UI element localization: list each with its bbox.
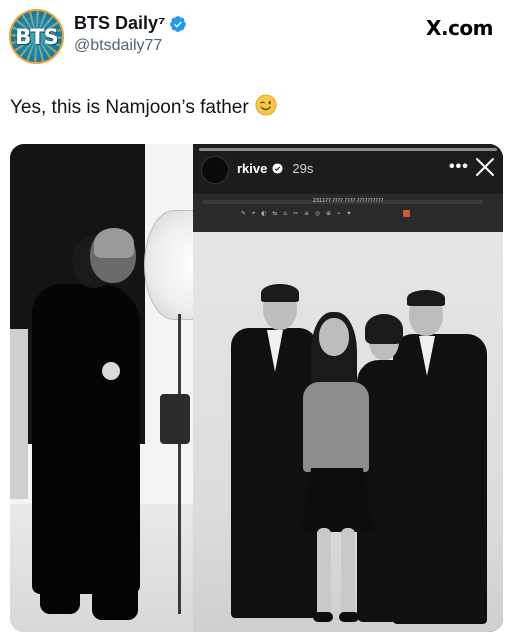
- close-icon[interactable]: [475, 157, 495, 177]
- story-progress-bar: [199, 148, 497, 151]
- hugging-figures-body: [32, 284, 140, 594]
- person-4-hair: [407, 290, 445, 306]
- person-3-hair: [365, 314, 403, 344]
- studio-umbrella-light: [144, 210, 193, 320]
- figure-hand: [102, 362, 120, 380]
- figure-legs-left: [40, 574, 80, 614]
- person-2-leg-left: [317, 528, 331, 616]
- person-2-shoe-right: [339, 612, 359, 622]
- display-name[interactable]: BTS Daily⁷: [74, 13, 165, 34]
- studio-equipment: [160, 394, 190, 444]
- avatar-logo-text: BTS: [15, 25, 58, 49]
- monitor-toolbar-icons: ✎ ⌖ ◐ ⇆ ⌂ ✂ ≡ ◎ ⊕ ⌁ ✦: [241, 210, 354, 217]
- story-verified-icon: [272, 163, 283, 174]
- tweet-text: Yes, this is Namjoon’s father: [10, 94, 277, 119]
- monitor-title: 2311?? ???? ???? ??????????: [312, 198, 384, 204]
- photo-left-studio[interactable]: [10, 144, 193, 632]
- story-time: 29s: [292, 161, 314, 176]
- person-2-shoe-left: [313, 612, 333, 622]
- person-2-leg-right: [341, 528, 355, 616]
- person-2-head: [319, 318, 349, 356]
- verified-badge-icon: [170, 15, 187, 32]
- person-2-cardigan: [303, 382, 369, 472]
- x-brand-label: X.com: [426, 16, 493, 40]
- user-handle[interactable]: @btsdaily77: [74, 37, 162, 55]
- family-photo: [193, 232, 503, 632]
- tweet-header: BTS BTS Daily⁷ @btsdaily77 X.com: [0, 0, 513, 70]
- story-username[interactable]: rkive: [237, 161, 267, 176]
- tweet-text-body: Yes, this is Namjoon’s father: [10, 97, 249, 118]
- story-avatar[interactable]: [201, 156, 229, 184]
- monitor-accent-icon: [403, 210, 410, 217]
- tweet-media[interactable]: rkive 29s ••• 2311?? ???? ???? ?????????…: [10, 144, 503, 632]
- figure-legs-right: [92, 574, 138, 620]
- figure-light-hair: [94, 228, 134, 258]
- story-user-row: rkive 29s: [237, 161, 313, 176]
- person-1-suit: [231, 328, 317, 618]
- person-2-skirt: [301, 468, 373, 532]
- winking-face-emoji-icon: [255, 94, 277, 116]
- studio-panel: [10, 329, 28, 499]
- person-1-hair: [261, 284, 299, 302]
- monitor-toolbar: 2311?? ???? ???? ?????????? ✎ ⌖ ◐ ⇆ ⌂ ✂ …: [193, 194, 503, 232]
- name-row: BTS Daily⁷: [74, 13, 187, 34]
- light-stand: [178, 314, 181, 614]
- story-more-options[interactable]: •••: [449, 158, 469, 176]
- photo-right-story-screenshot[interactable]: rkive 29s ••• 2311?? ???? ???? ?????????…: [193, 144, 503, 632]
- avatar[interactable]: BTS: [9, 9, 64, 64]
